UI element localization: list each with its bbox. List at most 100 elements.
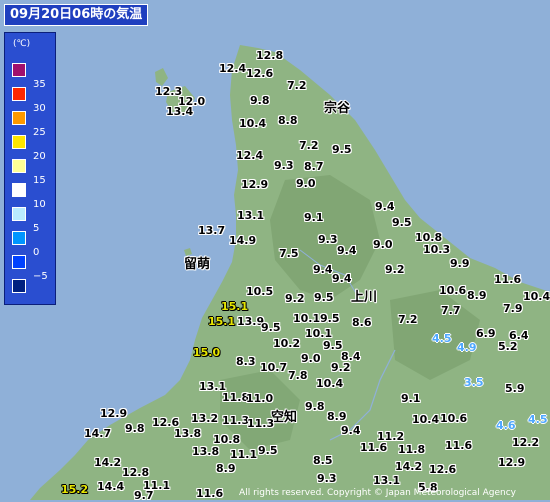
temperature-value: 14.4 (97, 480, 125, 493)
temperature-value: 9.5 (323, 339, 343, 352)
temperature-value: 13.8 (192, 445, 220, 458)
temperature-value: 11.6 (494, 273, 522, 286)
temperature-value: 6.9 (476, 327, 496, 340)
temperature-value: 12.9 (498, 456, 526, 469)
temperature-value: 15.1 (208, 315, 236, 328)
map-title: 09月20日06時の気温 (4, 4, 149, 26)
legend-label: 15 (33, 175, 46, 186)
temperature-value: 11.3 (222, 414, 250, 427)
copyright-notice: All rights reserved. Copyright © Japan M… (239, 488, 516, 498)
temperature-value: 9.0 (373, 238, 393, 251)
temperature-value: 12.9 (241, 178, 269, 191)
temperature-value: 9.5 (332, 143, 352, 156)
temperature-value: 9.2 (285, 292, 305, 305)
temperature-value: 11.6 (360, 441, 388, 454)
temperature-value: 10.4 (239, 117, 267, 130)
temperature-value: 10.4 (523, 290, 550, 303)
legend-label: 0 (33, 247, 40, 258)
temperature-value: 8.3 (236, 355, 256, 368)
temperature-value: 12.2 (512, 436, 540, 449)
temperature-legend: (℃) 35 30 25 20 15 10 5 0 −5 (4, 32, 56, 305)
temperature-value: 11.1 (143, 479, 171, 492)
temperature-value: 9.9 (450, 257, 470, 270)
temperature-value: 9.3 (274, 159, 294, 172)
temperature-value: 15.0 (193, 346, 221, 359)
temperature-value: 7.9 (503, 302, 523, 315)
temperature-value: 9.0 (301, 352, 321, 365)
temperature-value: 9.3 (317, 472, 337, 485)
legend-swatch (12, 111, 26, 125)
temperature-value: 9.4 (337, 244, 357, 257)
place-label-soya: 宗谷 (324, 101, 351, 116)
temperature-value: 11.1 (230, 448, 258, 461)
map-canvas (0, 0, 550, 500)
temperature-value: 13.4 (166, 105, 194, 118)
temperature-value: 11.0 (246, 392, 274, 405)
temperature-value: 8.9 (327, 410, 347, 423)
temperature-value: 4.5 (528, 413, 548, 426)
place-label-rumoi: 留萌 (184, 257, 211, 272)
temperature-value: 9.3 (318, 233, 338, 246)
temperature-value: 9.2 (331, 361, 351, 374)
temperature-value: 12.8 (122, 466, 150, 479)
temperature-value: 8.5 (313, 454, 333, 467)
temperature-value: 9.8 (125, 422, 145, 435)
place-label-kamikawa: 上川 (351, 290, 378, 305)
legend-unit: (℃) (13, 39, 31, 49)
temperature-value: 9.1 (304, 211, 324, 224)
temperature-value: 9.8 (305, 400, 325, 413)
temperature-value: 4.6 (496, 419, 516, 432)
temperature-value: 9.5 (320, 312, 340, 325)
temperature-value: 12.8 (256, 49, 284, 62)
temperature-value: 11.6 (445, 439, 473, 452)
legend-swatch (12, 183, 26, 197)
temperature-value: 11.6 (196, 487, 224, 500)
temperature-value: 9.4 (375, 200, 395, 213)
temperature-value: 5.2 (498, 340, 518, 353)
temperature-value: 15.2 (61, 483, 89, 496)
temperature-value: 13.1 (373, 474, 401, 487)
temperature-value: 9.4 (313, 263, 333, 276)
temperature-value: 4.9 (457, 341, 477, 354)
temperature-value: 7.2 (287, 79, 307, 92)
temperature-value: 13.1 (237, 209, 265, 222)
legend-label: 35 (33, 79, 46, 90)
legend-swatch (12, 231, 26, 245)
temperature-value: 9.0 (296, 177, 316, 190)
temperature-value: 12.6 (246, 67, 274, 80)
temperature-value: 10.7 (260, 361, 288, 374)
temperature-value: 12.4 (236, 149, 264, 162)
temperature-value: 14.2 (395, 460, 423, 473)
temperature-value: 7.2 (398, 313, 418, 326)
temperature-value: 9.5 (261, 321, 281, 334)
temperature-value: 10.2 (273, 337, 301, 350)
temperature-value: 10.3 (423, 243, 451, 256)
temperature-value: 12.4 (219, 62, 247, 75)
legend-label: 25 (33, 127, 46, 138)
temperature-value: 5.9 (505, 382, 525, 395)
temperature-value: 10.4 (412, 413, 440, 426)
temperature-value: 14.2 (94, 456, 122, 469)
temperature-value: 9.1 (401, 392, 421, 405)
legend-swatch (12, 255, 26, 269)
legend-label: 30 (33, 103, 46, 114)
temperature-value: 13.2 (191, 412, 219, 425)
temperature-value: 12.6 (429, 463, 457, 476)
legend-swatch (12, 207, 26, 221)
place-label-sorachi: 空知 (271, 410, 298, 425)
temperature-value: 12.9 (100, 407, 128, 420)
temperature-value: 7.5 (279, 247, 299, 260)
temperature-value: 13.7 (198, 224, 226, 237)
temperature-value: 8.8 (278, 114, 298, 127)
temperature-value: 10.4 (316, 377, 344, 390)
temperature-value: 10.1 (293, 312, 321, 325)
legend-swatch (12, 159, 26, 173)
temperature-value: 9.4 (332, 272, 352, 285)
temperature-value: 8.9 (467, 289, 487, 302)
legend-swatch (12, 87, 26, 101)
temperature-value: 8.7 (304, 160, 324, 173)
temperature-value: 8.6 (352, 316, 372, 329)
temperature-value: 9.2 (385, 263, 405, 276)
temperature-value: 7.7 (441, 304, 461, 317)
temperature-value: 7.2 (299, 139, 319, 152)
